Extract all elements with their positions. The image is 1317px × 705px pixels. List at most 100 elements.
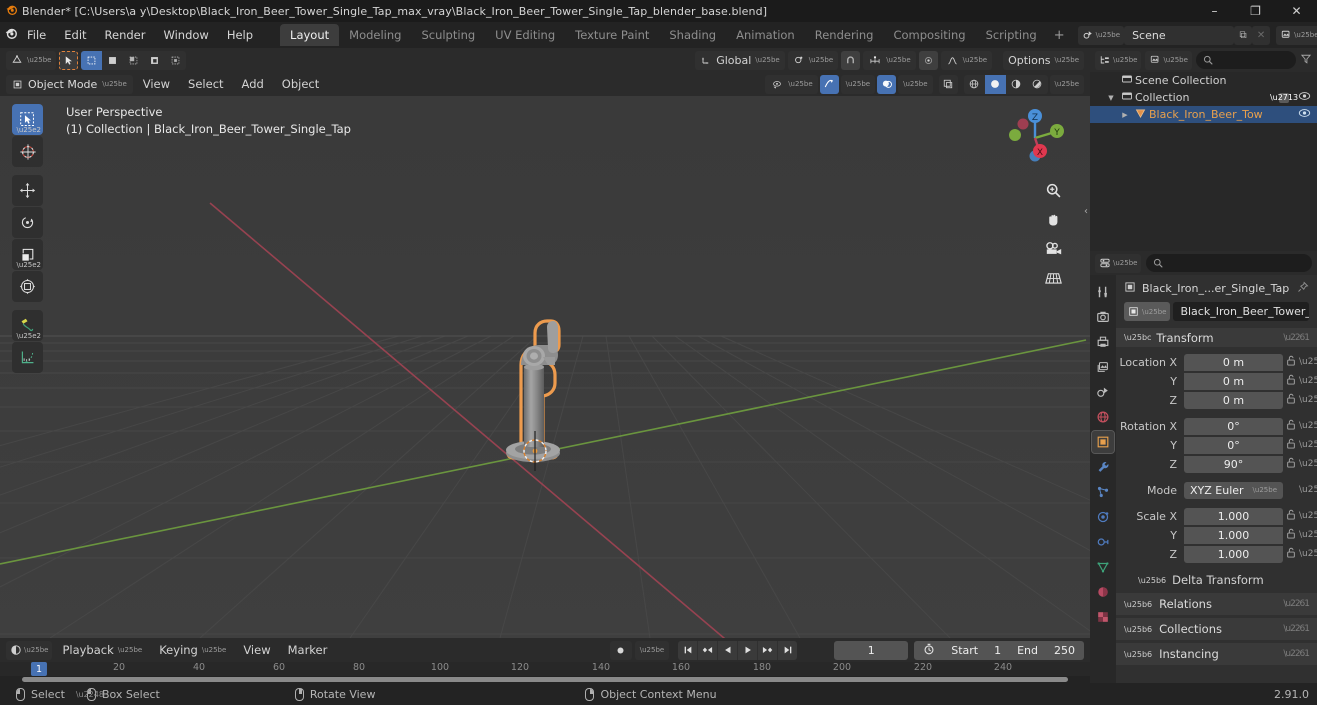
play-reverse-button[interactable] [718,640,738,660]
animate-dot-icon[interactable]: \u25cf [1299,459,1317,469]
animate-dot-icon[interactable]: \u25cf [1299,485,1317,495]
material-tab[interactable] [1092,581,1114,603]
scene-icon[interactable]: \u25be [1077,25,1125,45]
timeline-scroll-thumb[interactable] [22,677,1068,682]
location-z-field[interactable]: 0 m [1184,391,1283,409]
cursor-select-icon[interactable] [59,50,79,70]
tweak-select-tool[interactable]: \u25e2 [12,104,43,135]
start-frame-value[interactable]: 1 [994,644,1001,657]
timeline-scrollbar[interactable] [0,676,1090,683]
minimize-button[interactable]: – [1194,0,1235,22]
timeline-menu-view[interactable]: View [236,640,277,660]
timeline-menu-playback[interactable]: Playback \u25be [55,640,149,660]
pan-view-button[interactable] [1043,209,1064,230]
tab-layout[interactable]: Layout [280,24,340,46]
jump-start-button[interactable] [678,640,698,660]
animate-dot-icon[interactable]: \u25cf [1299,357,1317,367]
delta-transform-subpanel[interactable]: \u25b6 Delta Transform [1116,570,1317,590]
shading-wireframe-icon[interactable] [964,75,985,94]
end-frame-value[interactable]: 250 [1054,644,1075,657]
scene-tab[interactable] [1092,381,1114,403]
scale-z-field[interactable]: 1.000 [1184,545,1283,563]
auto-keyframe-button[interactable] [609,640,632,660]
blender-menu-icon[interactable] [4,26,18,44]
lock-icon[interactable] [1283,457,1299,471]
annotate-tool[interactable]: \u25e2 [12,310,43,341]
animate-dot-icon[interactable]: \u25cf [1299,511,1317,521]
animate-dot-icon[interactable]: \u25cf [1299,440,1317,450]
new-scene-button[interactable]: ⧉ [1234,25,1253,45]
rotation-z-field[interactable]: 90° [1184,455,1283,473]
outliner-row-collection[interactable]: ▼ Collection \u2713 [1090,89,1317,106]
tab-sculpting[interactable]: Sculpting [411,24,485,46]
tab-texture-paint[interactable]: Texture Paint [565,24,659,46]
measure-tool[interactable] [12,342,43,373]
shading-rendered-icon[interactable] [1027,75,1048,94]
lock-icon[interactable] [1283,355,1299,369]
animate-dot-icon[interactable]: \u25cf [1299,549,1317,559]
select-intersect-icon[interactable] [165,51,186,70]
mode-dropdown[interactable]: Object Mode \u25be [6,74,133,94]
current-frame-field[interactable]: 1 [834,640,909,660]
prev-keyframe-button[interactable] [698,640,718,660]
next-keyframe-button[interactable] [758,640,778,660]
tab-scripting[interactable]: Scripting [976,24,1047,46]
pivot-point-icon[interactable]: \u25be [787,50,839,70]
tab-rendering[interactable]: Rendering [805,24,884,46]
animate-dot-icon[interactable]: \u25cf [1299,395,1317,405]
camera-view-button[interactable] [1043,238,1064,259]
select-set-icon[interactable] [81,50,103,70]
tab-compositing[interactable]: Compositing [883,24,975,46]
cursor-tool[interactable] [12,136,43,167]
timeline-ruler[interactable]: 1 20 40 60 80 100 120 140 160 180 200 22… [0,662,1090,676]
stopwatch-icon[interactable] [923,643,935,658]
lock-icon[interactable] [1283,528,1299,542]
object-visibility-eye-icon[interactable] [1298,108,1311,121]
transform-panel-header[interactable]: \u25bc Transform \u2261 [1116,328,1317,347]
sidebar-toggle-icon[interactable]: ‹ [1084,206,1088,217]
lock-icon[interactable] [1283,419,1299,433]
add-workspace-button[interactable]: + [1047,28,1072,43]
object-tab[interactable] [1091,430,1115,454]
show-gizmo-icon[interactable]: \u25be [765,74,818,94]
proportional-edit-icon[interactable] [918,50,938,70]
pin-icon[interactable] [1297,281,1309,296]
viewport-menu-view[interactable]: View [135,74,178,94]
close-button[interactable]: ✕ [1276,0,1317,22]
constraints-tab[interactable] [1092,531,1114,553]
modifier-tab[interactable] [1092,456,1114,478]
shading-solid-icon[interactable] [984,74,1006,94]
outliner-display-icon[interactable]: \u25be [1095,50,1142,70]
shading-dropdown[interactable]: \u25be [1049,74,1084,94]
select-subtract-icon[interactable] [123,51,144,70]
snap-increment-icon[interactable]: \u25be [863,50,916,70]
navigation-gizmo[interactable]: Z Y X [1000,102,1070,172]
lock-icon[interactable] [1283,374,1299,388]
object-name-field[interactable]: Black_Iron_Beer_Tower_Sin... [1173,302,1309,321]
xray-dropdown[interactable]: \u25be [898,74,933,94]
3d-viewport[interactable]: User Perspective (1) Collection | Black_… [0,96,1090,638]
viewport-menu-add[interactable]: Add [234,74,272,94]
collection-checkbox[interactable]: \u2713 [1270,92,1298,103]
overlays-dropdown[interactable]: \u25be [840,74,876,94]
playhead[interactable]: 1 [30,662,48,676]
scale-x-field[interactable]: 1.000 [1184,507,1283,525]
menu-help[interactable]: Help [218,25,262,45]
tab-modeling[interactable]: Modeling [339,24,411,46]
timeline-menu-marker[interactable]: Marker [281,640,335,660]
instancing-panel[interactable]: \u25b6 Instancing \u2261 [1116,643,1317,665]
lock-icon[interactable] [1283,547,1299,561]
xray-toggle-icon[interactable] [877,74,897,94]
lock-icon[interactable] [1283,509,1299,523]
select-extend-icon[interactable] [102,51,123,70]
scale-tool[interactable]: \u25e2 [12,239,43,270]
menu-window[interactable]: Window [154,25,217,45]
collection-visibility-eye-icon[interactable] [1298,91,1311,104]
timeline-editor-icon[interactable]: \u25be [6,640,53,660]
rotate-tool[interactable] [12,207,43,238]
magnet-icon[interactable] [841,50,861,70]
scale-y-field[interactable]: 1.000 [1184,526,1283,544]
animate-dot-icon[interactable]: \u25cf [1299,530,1317,540]
animate-dot-icon[interactable]: \u25cf [1299,376,1317,386]
select-invert-icon[interactable] [144,51,165,70]
